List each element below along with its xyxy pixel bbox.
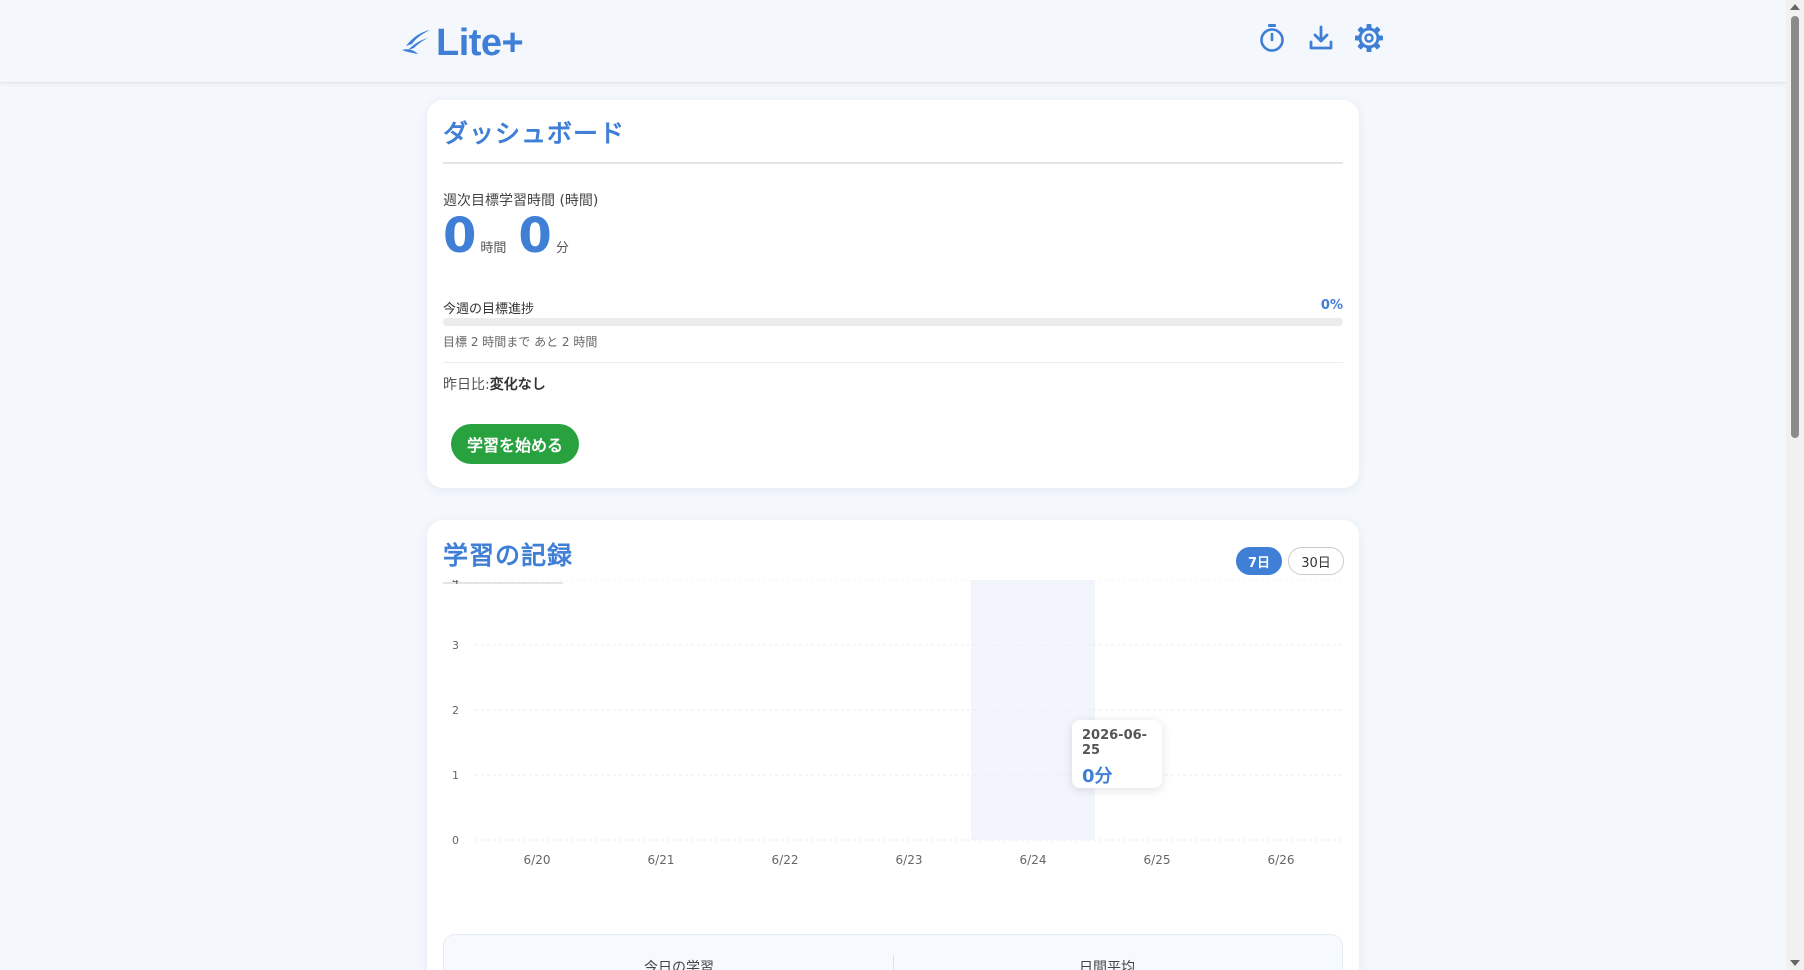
settings-icon[interactable]	[1353, 22, 1385, 54]
range-7-days-button[interactable]: 7日	[1236, 547, 1282, 575]
y-tick-label: 2	[452, 704, 459, 717]
hours-unit: 時間	[480, 241, 507, 256]
section-divider	[443, 362, 1343, 363]
range-30-days-button[interactable]: 30日	[1288, 547, 1344, 575]
records-card: 学習の記録 7日 30日 0 1 2 3 4 6/20 6/21 6/22 6/23 6/24 6/…	[427, 520, 1359, 970]
x-tick-label: 6/21	[648, 853, 675, 867]
app-header: Lite+	[0, 0, 1786, 83]
logo-text: Lite+	[436, 21, 524, 64]
progress-bar	[443, 318, 1343, 326]
progress-percent: 0%	[1320, 298, 1343, 313]
y-tick-label: 4	[452, 580, 459, 587]
scrollbar-thumb[interactable]	[1791, 16, 1799, 438]
today-study-label: 今日の学習	[644, 960, 714, 970]
dashboard-title: ダッシュボード	[443, 119, 626, 148]
remaining-text: 目標 2 時間まで あと 2 時間	[443, 335, 598, 349]
yesterday-comparison: 昨日比:変化なし	[443, 374, 546, 394]
start-study-button[interactable]: 学習を始める	[451, 424, 579, 464]
daily-average-label: 日間平均	[1079, 960, 1135, 970]
progress-label: 今週の目標進捗	[443, 302, 535, 317]
y-tick-label: 3	[452, 639, 459, 652]
x-tick-label: 6/25	[1144, 853, 1171, 867]
study-chart: 0 1 2 3 4 6/20 6/21 6/22 6/23 6/24 6/25 6/26	[452, 580, 1343, 867]
minutes-value: 0	[518, 208, 552, 264]
weekly-goal-label: 週次目標学習時間 (時間)	[443, 193, 599, 209]
tooltip-value: 0分	[1082, 766, 1113, 787]
app-logo[interactable]: Lite+	[400, 20, 524, 66]
x-tick-label: 6/26	[1268, 853, 1295, 867]
chart-tooltip: 2026-06-25 0分	[1072, 720, 1162, 788]
records-title: 学習の記録	[443, 541, 574, 570]
dashboard-card: ダッシュボード 週次目標学習時間 (時間) 0 時間 0 分 今週の目標進捗 0…	[427, 100, 1359, 488]
x-tick-label: 6/24	[1020, 853, 1047, 867]
yesterday-value: 変化なし	[489, 377, 546, 393]
download-icon[interactable]	[1305, 22, 1337, 54]
minutes-unit: 分	[555, 241, 569, 256]
yesterday-label: 昨日比:	[443, 377, 490, 393]
y-tick-label: 1	[452, 769, 459, 782]
y-tick-label: 0	[452, 834, 459, 847]
scroll-down-arrow-icon[interactable]	[1790, 960, 1800, 966]
scroll-up-arrow-icon[interactable]	[1790, 4, 1800, 10]
x-tick-label: 6/20	[524, 853, 551, 867]
title-divider	[443, 162, 1343, 164]
timer-icon[interactable]	[1256, 22, 1288, 54]
x-tick-label: 6/23	[896, 853, 923, 867]
stats-divider	[893, 955, 894, 970]
page-scrollbar[interactable]	[1786, 0, 1804, 970]
x-tick-label: 6/22	[772, 853, 799, 867]
tooltip-date: 2026-06-25	[1082, 728, 1148, 758]
hours-value: 0	[443, 208, 477, 264]
logo-wing-icon	[402, 30, 430, 54]
weekly-time-display: 0 時間 0 分	[443, 212, 581, 260]
stats-summary: 今日の学習 日間平均	[443, 934, 1343, 970]
